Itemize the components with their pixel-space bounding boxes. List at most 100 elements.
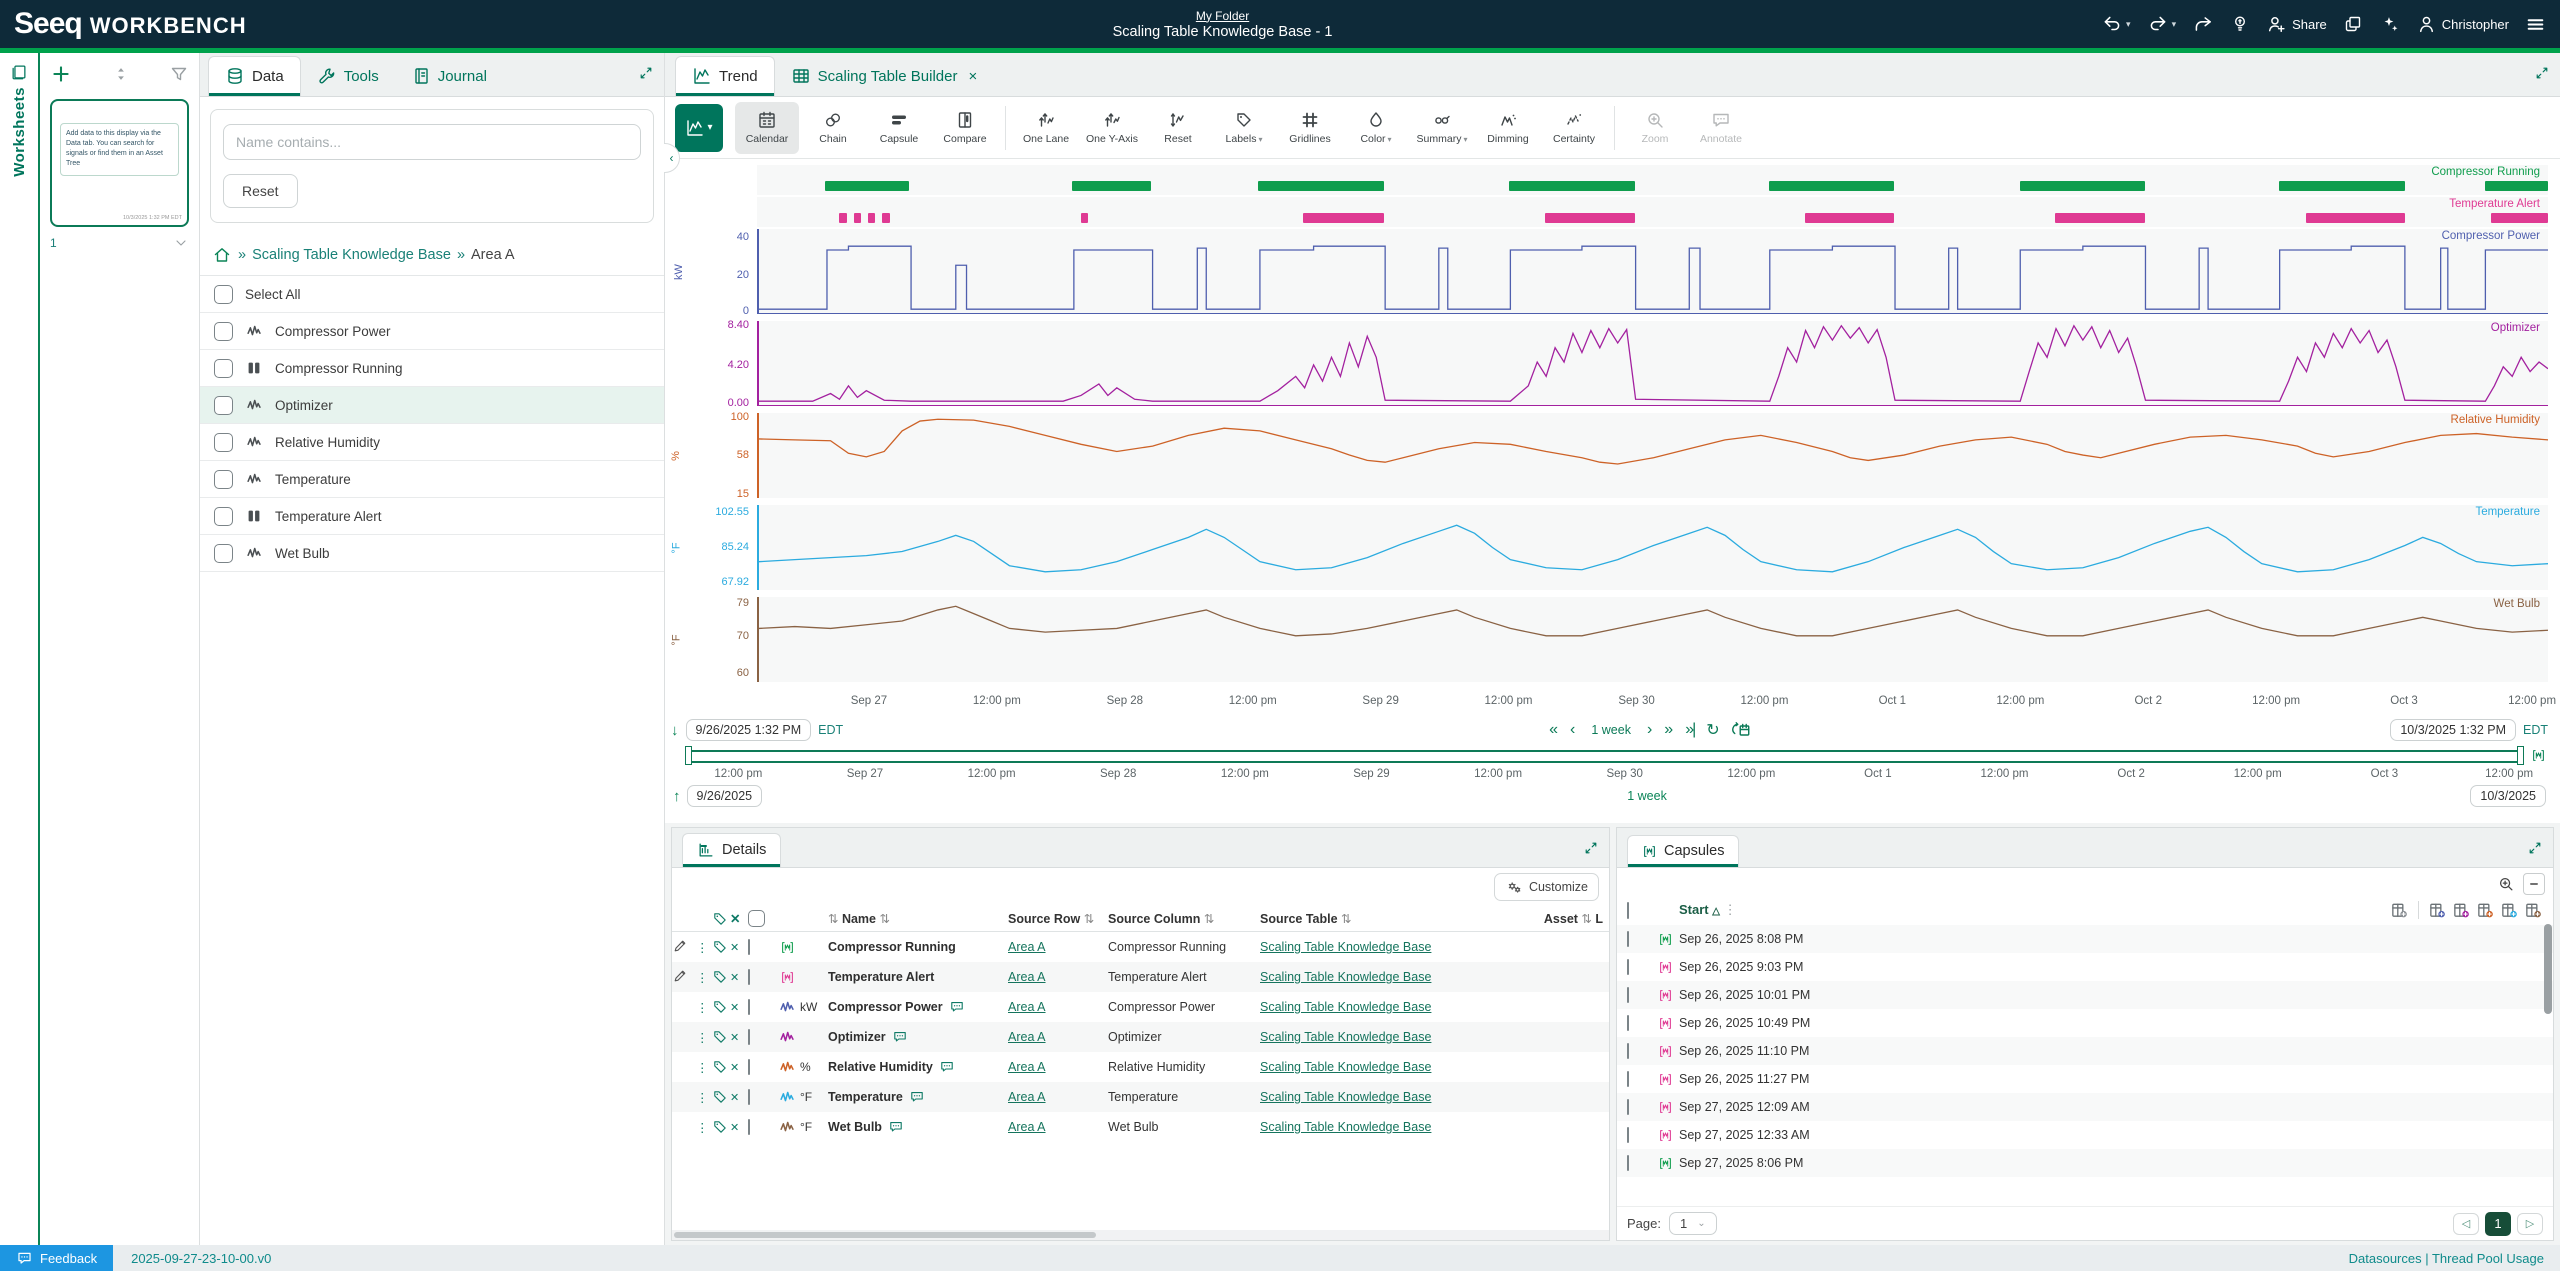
details-col-source-table[interactable]: Source Table ⇅ [1260,911,1478,926]
capsule-row-checkbox[interactable] [1627,1071,1629,1087]
source-table-link[interactable]: Scaling Table Knowledge Base [1260,1030,1478,1044]
refresh-button[interactable]: ↻ [1706,720,1719,740]
select-all-checkbox[interactable] [214,285,233,304]
source-row-link[interactable]: Area A [1008,1060,1108,1074]
data-item-optimizer[interactable]: Optimizer [200,387,664,424]
source-row-link[interactable]: Area A [1008,1090,1108,1104]
source-table-link[interactable]: Scaling Table Knowledge Base [1260,1000,1478,1014]
source-table-link[interactable]: Scaling Table Knowledge Base [1260,970,1478,984]
tab-journal[interactable]: Journal [395,57,503,96]
details-row-checkbox[interactable] [748,999,750,1015]
capsule-bar[interactable] [868,213,875,223]
add-column-icon[interactable] [2500,901,2519,920]
folder-breadcrumb-link[interactable]: My Folder [1196,9,1249,23]
tab-trend[interactable]: Trend [675,56,775,96]
investigate-duration[interactable]: 1 week [1627,789,1667,803]
capsule-bar[interactable] [1509,181,1634,191]
capsule-row[interactable]: Sep 27, 2025 12:33 AM [1617,1121,2553,1149]
source-table-link[interactable]: Scaling Table Knowledge Base [1260,1060,1478,1074]
capsule-bar[interactable] [882,213,889,223]
page-select[interactable]: 1⌄ [1669,1212,1717,1235]
data-item-temperature-alert[interactable]: Temperature Alert [200,498,664,535]
expand-details-panel-button[interactable] [1583,840,1599,856]
capsule-bar[interactable] [839,213,846,223]
data-item-relative-humidity[interactable]: Relative Humidity [200,424,664,461]
details-row-checkbox[interactable] [748,1119,750,1135]
details-row-checkbox[interactable] [748,1059,750,1075]
toolbar-gridlines[interactable]: Gridlines [1278,102,1342,154]
details-col-name[interactable]: ⇅ Name ⇅ [828,911,1008,926]
kebab-menu-icon[interactable]: ⋮ [696,1060,710,1075]
capsule-row-checkbox[interactable] [1627,1155,1629,1171]
user-menu[interactable]: Christopher [2416,14,2509,35]
zoom-to-capsule-button[interactable] [2495,873,2517,895]
breadcrumb-knowledge-base-link[interactable]: Scaling Table Knowledge Base [252,247,451,263]
toolbar-color[interactable]: Color ▾ [1344,102,1408,154]
end-timezone[interactable]: EDT [2523,723,2548,737]
data-item-checkbox[interactable] [214,396,233,415]
capsule-bar[interactable] [1303,213,1384,223]
display-range-start[interactable]: 9/26/2025 1:32 PM [686,719,812,741]
capsule-bar[interactable] [1072,181,1151,191]
step-back-button[interactable]: ‹ [1570,721,1575,739]
details-row-temperature[interactable]: ⋮✕°FTemperatureArea ATemperatureScaling … [672,1082,1609,1112]
sort-worksheets-button[interactable] [112,65,130,83]
data-item-checkbox[interactable] [214,470,233,489]
step-back-much-button[interactable]: « [1549,721,1558,739]
capsule-bar[interactable] [2020,181,2145,191]
source-row-link[interactable]: Area A [1008,1000,1108,1014]
capsule-bar[interactable] [2485,181,2548,191]
close-tab-icon[interactable]: × [968,68,977,85]
signal-plot-optimizer[interactable]: Optimizer [757,321,2548,406]
step-forward-button[interactable]: › [1647,721,1652,739]
capsule-bar[interactable] [1081,213,1088,223]
capsule-row[interactable]: Sep 26, 2025 8:08 PM [1617,925,2553,953]
current-page[interactable]: 1 [2485,1212,2511,1236]
capsule-bar[interactable] [2306,213,2405,223]
capsules-col-start[interactable]: Start △ ⋮ [1679,902,2390,918]
tab-capsules[interactable]: Capsules [1627,835,1739,867]
capsule-row-checkbox[interactable] [1627,959,1629,975]
investigate-range-end[interactable]: 10/3/2025 [2470,785,2546,807]
remove-item-icon[interactable]: ✕ [730,941,748,954]
trend-chart[interactable]: Compressor RunningTemperature AlertkW402… [665,159,2560,715]
capsule-row-checkbox[interactable] [1627,1099,1629,1115]
kebab-menu-icon[interactable]: ⋮ [696,1030,710,1045]
start-timezone[interactable]: EDT [818,723,843,737]
capsule-bar[interactable] [2055,213,2145,223]
next-page-button[interactable]: ▷ [2517,1213,2543,1235]
details-col-source-column[interactable]: Source Column ⇅ [1108,911,1260,926]
usage-button[interactable] [2230,14,2250,34]
capsule-lane-plot[interactable]: Compressor Running [757,165,2548,195]
details-horizontal-scrollbar[interactable] [672,1230,1609,1240]
step-to-end-button[interactable]: »| [1685,721,1694,739]
tab-tools[interactable]: Tools [301,57,395,96]
capsule-row[interactable]: Sep 26, 2025 9:03 PM [1617,953,2553,981]
capsule-row[interactable]: Sep 26, 2025 10:01 PM [1617,981,2553,1009]
tag-all-icon[interactable] [710,911,730,927]
signal-plot-relative-humidity[interactable]: Relative Humidity [757,413,2548,498]
remove-item-icon[interactable]: ✕ [730,1031,748,1044]
add-column-icon[interactable] [2524,901,2543,920]
display-range-end[interactable]: 10/3/2025 1:32 PM [2390,719,2516,741]
search-input[interactable] [223,124,641,160]
toolbar-one-y-axis[interactable]: One Y-Axis [1080,102,1144,154]
toolbar-certainty[interactable]: Certainty [1542,102,1606,154]
capsule-bar[interactable] [854,213,861,223]
toolbar-capsule[interactable]: Capsule [867,102,931,154]
data-item-compressor-running[interactable]: Compressor Running [200,350,664,387]
home-icon[interactable] [212,245,232,265]
capsule-row-checkbox[interactable] [1627,1043,1629,1059]
feedback-button[interactable]: Feedback [0,1245,113,1271]
overview-scrollbar[interactable] [687,750,2522,763]
toolbar-labels[interactable]: Labels ▾ [1212,102,1276,154]
capsule-time-icon[interactable] [2531,748,2546,763]
source-row-link[interactable]: Area A [1008,1120,1108,1134]
data-item-compressor-power[interactable]: Compressor Power [200,313,664,350]
details-row-compressor-running[interactable]: ⋮✕Compressor RunningArea ACompressor Run… [672,932,1609,962]
data-item-checkbox[interactable] [214,507,233,526]
toolbar-compare[interactable]: Compare [933,102,997,154]
kebab-menu-icon[interactable]: ⋮ [696,1090,710,1105]
expand-data-panel-button[interactable] [638,65,654,81]
kebab-menu-icon[interactable]: ⋮ [696,1000,710,1015]
